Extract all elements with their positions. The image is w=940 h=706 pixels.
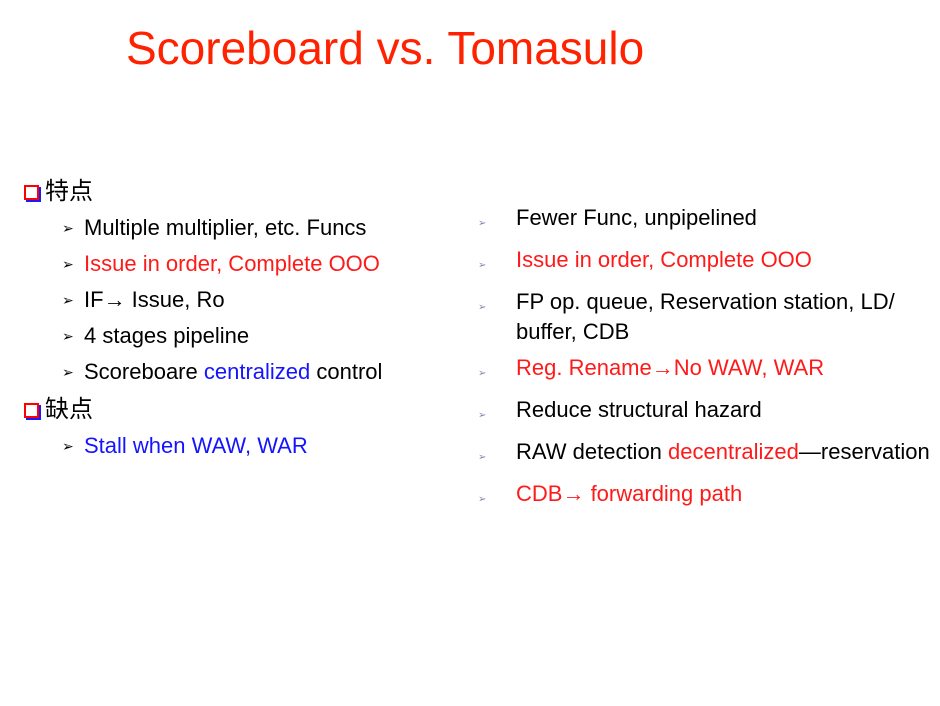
features-heading: 特点 xyxy=(45,177,93,205)
arrowhead-icon: ➢ xyxy=(62,255,74,272)
list-item: ➢ Scoreboare centralized control xyxy=(62,359,383,384)
list-item: ➢ Stall when WAW, WAR xyxy=(62,433,308,458)
list-item: ➢ Reg. Rename → No WAW, WAR xyxy=(478,353,940,389)
arrowhead-icon: ➢ xyxy=(62,437,74,454)
right-column: ➢ Fewer Func, unpipelined ➢ Issue in ord… xyxy=(478,203,940,521)
arrowhead-icon: ➢ xyxy=(478,452,487,463)
list-item: ➢ Multiple multiplier, etc. Funcs xyxy=(62,215,367,240)
right-arrow-icon: → xyxy=(103,287,126,312)
arrowhead-icon: ➢ xyxy=(62,291,74,308)
features-list: ➢ Multiple multiplier, etc. Funcs ➢ Issu… xyxy=(24,210,464,390)
list-item: ➢ 4 stages pipeline xyxy=(62,323,250,348)
drawbacks-list: ➢ Stall when WAW, WAR xyxy=(24,428,464,464)
list-item: ➢ CDB → forwarding path xyxy=(478,479,940,515)
list-item: ➢ Issue in order, Complete OOO xyxy=(62,251,380,276)
list-item: ➢ RAW detection decentralized —reservatio… xyxy=(478,437,940,473)
arrowhead-icon: ➢ xyxy=(478,494,487,505)
arrowhead-icon: ➢ xyxy=(62,327,74,344)
hollow-square-icon xyxy=(24,184,39,200)
right-arrow-icon: → xyxy=(651,355,674,380)
list-item: ➢ Fewer Func, unpipelined xyxy=(478,203,940,239)
arrowhead-icon: ➢ xyxy=(478,260,487,271)
arrowhead-icon: ➢ xyxy=(478,218,487,229)
drawbacks-heading: 缺点 xyxy=(45,395,93,423)
drawbacks-heading-row: 缺点 xyxy=(24,390,464,428)
left-column: 特点 ➢ Multiple multiplier, etc. Funcs ➢ I… xyxy=(24,172,464,464)
right-arrow-icon: → xyxy=(562,481,585,506)
list-item: ➢ Issue in order, Complete OOO xyxy=(478,245,940,281)
list-item: ➢ Reduce structural hazard xyxy=(478,395,940,431)
list-item: ➢ IF → Issue, Ro xyxy=(62,287,225,312)
arrowhead-icon: ➢ xyxy=(478,410,487,421)
arrowhead-icon: ➢ xyxy=(478,302,487,313)
arrowhead-icon: ➢ xyxy=(62,219,74,236)
arrowhead-icon: ➢ xyxy=(62,363,74,380)
list-item: ➢ FP op. queue, Reservation station, LD/… xyxy=(478,289,895,344)
slide-title: Scoreboard vs. Tomasulo xyxy=(126,22,645,74)
arrowhead-icon: ➢ xyxy=(478,368,487,379)
features-heading-row: 特点 xyxy=(24,172,464,210)
hollow-square-icon xyxy=(24,402,39,418)
